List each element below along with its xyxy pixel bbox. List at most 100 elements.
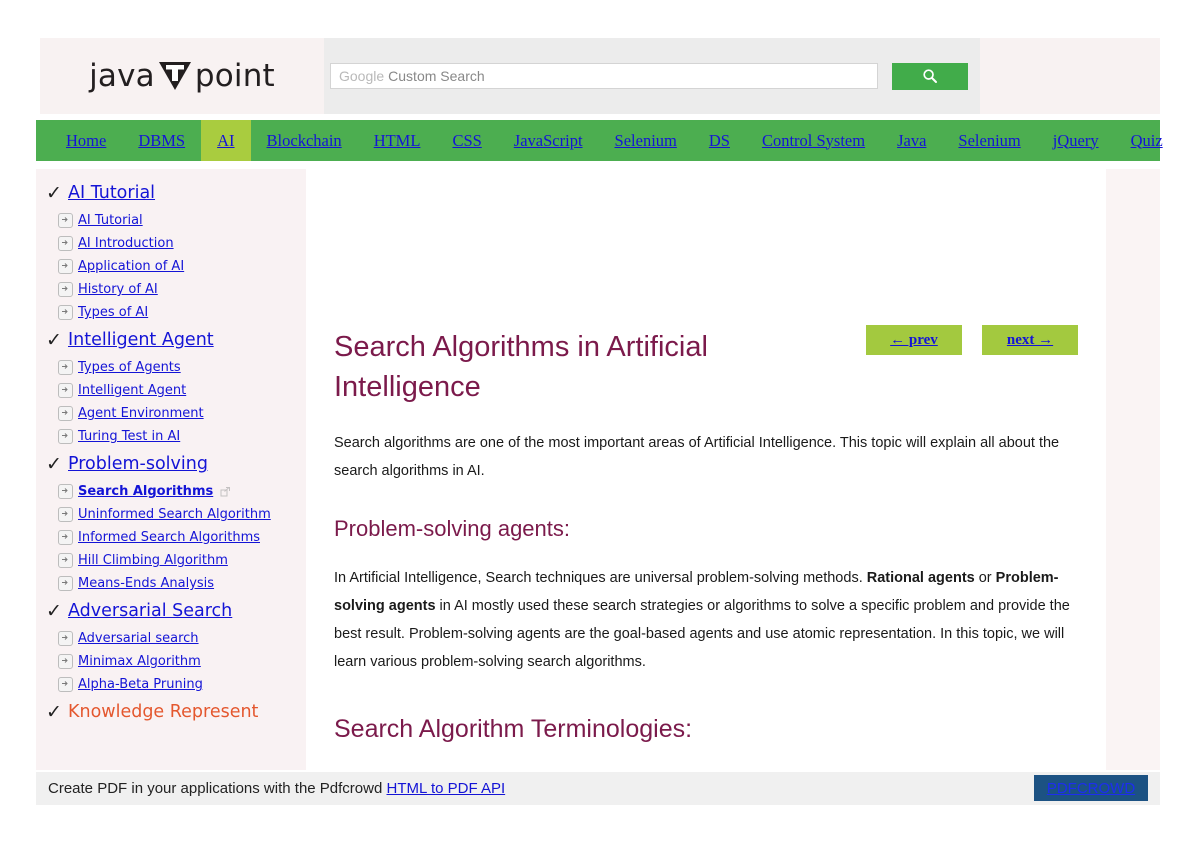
main-navigation: Home DBMS AI Blockchain HTML CSS JavaScr…	[36, 120, 1163, 161]
nav-item-selenium-2[interactable]: Selenium	[942, 120, 1036, 161]
arrow-right-box-icon	[58, 282, 73, 297]
sidebar-item-agent-environment[interactable]: Agent Environment	[36, 402, 306, 425]
nav-item-blockchain[interactable]: Blockchain	[251, 120, 358, 161]
arrow-right-box-icon	[58, 654, 73, 669]
sidebar-item-uninformed-search-algorithm[interactable]: Uninformed Search Algorithm	[36, 503, 306, 526]
sidebar-item-label[interactable]: Means-Ends Analysis	[78, 576, 214, 591]
sidebar-item-intelligent-agent[interactable]: Intelligent Agent	[36, 379, 306, 402]
sidebar-item-types-of-agents[interactable]: Types of Agents	[36, 356, 306, 379]
sidebar-group-adversarial-search[interactable]: ✓ Adversarial Search	[36, 595, 306, 627]
nav-item-css[interactable]: CSS	[436, 120, 497, 161]
arrow-right-box-icon	[58, 429, 73, 444]
search-google-label: Google	[339, 68, 385, 84]
sidebar-item-label[interactable]: Minimax Algorithm	[78, 654, 201, 669]
sidebar-group-problem-solving[interactable]: ✓ Problem-solving	[36, 448, 306, 480]
sidebar-item-types-of-ai[interactable]: Types of AI	[36, 301, 306, 324]
sidebar-item-means-ends-analysis[interactable]: Means-Ends Analysis	[36, 572, 306, 595]
sidebar-group-label[interactable]: AI Tutorial	[68, 183, 155, 203]
nav-item-control-system[interactable]: Control System	[746, 120, 881, 161]
check-icon: ✓	[46, 453, 62, 475]
nav-item-html[interactable]: HTML	[358, 120, 437, 161]
nav-item-javascript[interactable]: JavaScript	[498, 120, 599, 161]
sidebar-item-ai-tutorial[interactable]: AI Tutorial	[36, 209, 306, 232]
arrow-right-box-icon	[58, 236, 73, 251]
next-button[interactable]: next →	[982, 325, 1078, 355]
sidebar-group-label[interactable]: Adversarial Search	[68, 601, 232, 621]
pdfcrowd-badge[interactable]: PDFCROWD	[1034, 775, 1148, 801]
search-input[interactable]: Google Custom Search	[330, 63, 878, 89]
nav-item-selenium[interactable]: Selenium	[599, 120, 693, 161]
search-button[interactable]	[892, 62, 968, 90]
sidebar-item-ai-introduction[interactable]: AI Introduction	[36, 232, 306, 255]
sidebar-group-intelligent-agent[interactable]: ✓ Intelligent Agent	[36, 324, 306, 356]
sidebar-item-turing-test-in-ai[interactable]: Turing Test in AI	[36, 425, 306, 448]
sidebar: ✓ AI Tutorial AI Tutorial AI Introductio…	[36, 169, 306, 770]
logo-text-java: java	[89, 58, 155, 94]
nav-item-ds[interactable]: DS	[693, 120, 746, 161]
sidebar-item-label[interactable]: Application of AI	[78, 259, 184, 274]
sidebar-item-label[interactable]: Types of AI	[78, 305, 148, 320]
sidebar-item-informed-search-algorithms[interactable]: Informed Search Algorithms	[36, 526, 306, 549]
sidebar-group-label[interactable]: Intelligent Agent	[68, 330, 214, 350]
sidebar-item-label[interactable]: Informed Search Algorithms	[78, 530, 260, 545]
site-header: java point Google Custom Search	[40, 38, 1160, 114]
pdfcrowd-footer-text: Create PDF in your applications with the…	[48, 780, 505, 797]
sidebar-item-search-algorithms[interactable]: Search Algorithms	[36, 480, 306, 503]
sidebar-item-label[interactable]: Intelligent Agent	[78, 383, 186, 398]
nav-item-java[interactable]: Java	[881, 120, 942, 161]
sidebar-item-adversarial-search[interactable]: Adversarial search	[36, 627, 306, 650]
article-pager: ← prev next →	[866, 325, 1078, 355]
sidebar-item-label[interactable]: Types of Agents	[78, 360, 181, 375]
sidebar-group-knowledge-represent[interactable]: ✓ Knowledge Represent	[36, 696, 306, 728]
sidebar-item-label[interactable]: AI Introduction	[78, 236, 174, 251]
nav-item-quiz[interactable]: Quiz	[1115, 120, 1179, 161]
search-icon	[922, 68, 938, 84]
nav-item-jquery[interactable]: jQuery	[1037, 120, 1115, 161]
pdfcrowd-footer: Create PDF in your applications with the…	[36, 772, 1160, 805]
arrow-right-box-icon	[58, 507, 73, 522]
sidebar-item-label[interactable]: Agent Environment	[78, 406, 204, 421]
arrow-right-box-icon	[58, 259, 73, 274]
site-logo[interactable]: java point	[40, 38, 324, 114]
arrow-right-box-icon	[58, 305, 73, 320]
sidebar-item-label[interactable]: Uninformed Search Algorithm	[78, 507, 271, 522]
nav-item-ai[interactable]: AI	[201, 120, 251, 161]
sidebar-item-minimax-algorithm[interactable]: Minimax Algorithm	[36, 650, 306, 673]
section-heading-problem-solving-agents: Problem-solving agents:	[334, 515, 571, 541]
search-panel: Google Custom Search	[324, 38, 980, 114]
sidebar-group-label[interactable]: Problem-solving	[68, 454, 208, 474]
sidebar-item-label[interactable]: Adversarial search	[78, 631, 199, 646]
sidebar-item-label[interactable]: Turing Test in AI	[78, 429, 180, 444]
check-icon: ✓	[46, 329, 62, 351]
paragraph-text-part-1: In Artificial Intelligence, Search techn…	[334, 569, 867, 586]
paragraph-text-part-2: or	[974, 569, 996, 586]
paragraph-text-part-3: in AI mostly used these search strategie…	[334, 597, 1070, 671]
paragraph-bold-rational-agents: Rational agents	[866, 569, 975, 586]
arrow-right-box-icon	[58, 406, 73, 421]
nav-item-dbms[interactable]: DBMS	[122, 120, 201, 161]
sidebar-item-hill-climbing-algorithm[interactable]: Hill Climbing Algorithm	[36, 549, 306, 572]
sidebar-item-label[interactable]: Search Algorithms	[78, 484, 213, 499]
sidebar-group-ai-tutorial[interactable]: ✓ AI Tutorial	[36, 177, 306, 209]
arrow-right-box-icon	[58, 360, 73, 375]
nav-item-home[interactable]: Home	[50, 120, 122, 161]
section-heading-terminologies: Search Algorithm Terminologies:	[334, 714, 693, 743]
sidebar-group-label: Knowledge Represent	[68, 702, 259, 722]
sidebar-item-label[interactable]: History of AI	[78, 282, 158, 297]
sidebar-item-alpha-beta-pruning[interactable]: Alpha-Beta Pruning	[36, 673, 306, 696]
prev-button[interactable]: ← prev	[866, 325, 962, 355]
sidebar-item-label[interactable]: Hill Climbing Algorithm	[78, 553, 228, 568]
html-to-pdf-api-link[interactable]: HTML to PDF API	[387, 780, 506, 797]
sidebar-item-label[interactable]: AI Tutorial	[78, 213, 143, 228]
content-wrapper: ✓ AI Tutorial AI Tutorial AI Introductio…	[36, 169, 1160, 770]
sidebar-item-label[interactable]: Alpha-Beta Pruning	[78, 677, 203, 692]
article-content: ← prev next → Search Algorithms in Artif…	[306, 169, 1106, 770]
check-icon: ✓	[46, 600, 62, 622]
logo-text-point: point	[194, 58, 275, 94]
search-placeholder-text: Custom Search	[388, 68, 485, 84]
arrow-right-box-icon	[58, 576, 73, 591]
sidebar-item-application-of-ai[interactable]: Application of AI	[36, 255, 306, 278]
sidebar-item-history-of-ai[interactable]: History of AI	[36, 278, 306, 301]
arrow-right-box-icon	[58, 213, 73, 228]
check-icon: ✓	[46, 701, 62, 723]
